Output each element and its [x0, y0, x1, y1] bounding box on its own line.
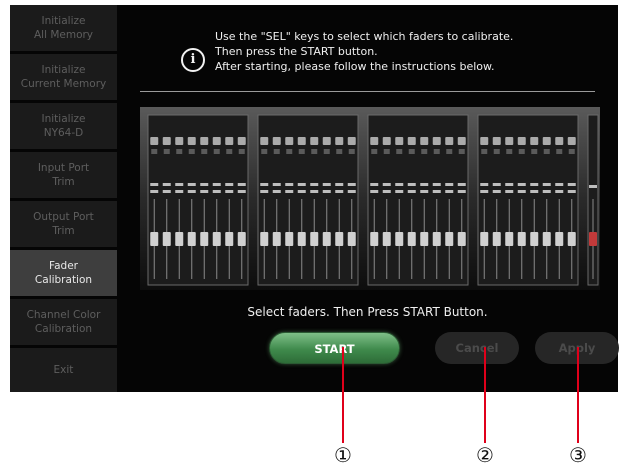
callout-line-3 — [577, 347, 579, 443]
device-screen: Initialize All Memory Initialize Current… — [10, 5, 619, 392]
instruction-line: After starting, please follow the instru… — [215, 60, 495, 73]
sidebar-item-channel-color-calibration[interactable]: Channel Color Calibration — [10, 299, 117, 345]
sidebar-item-initialize-current-memory[interactable]: Initialize Current Memory — [10, 54, 117, 100]
callout-line-1 — [342, 347, 344, 443]
callout-line-2 — [484, 347, 486, 443]
info-icon: i — [181, 48, 205, 72]
instructions-text: Use the "SEL" keys to select which fader… — [215, 29, 513, 74]
sidebar-item-output-port-trim[interactable]: Output Port Trim — [10, 201, 117, 247]
cancel-button[interactable]: Cancel — [435, 332, 519, 364]
callout-number-2: ② — [476, 443, 494, 467]
sidebar-item-fader-calibration[interactable]: Fader Calibration — [10, 250, 117, 296]
start-button[interactable]: START — [269, 332, 400, 364]
sidebar-item-initialize-ny64d[interactable]: Initialize NY64-D — [10, 103, 117, 149]
sidebar-item-initialize-all-memory[interactable]: Initialize All Memory — [10, 5, 117, 51]
divider — [140, 91, 595, 92]
sidebar-item-input-port-trim[interactable]: Input Port Trim — [10, 152, 117, 198]
sidebar: Initialize All Memory Initialize Current… — [10, 5, 117, 392]
callout-number-3: ③ — [569, 443, 587, 467]
sidebar-item-exit[interactable]: Exit — [10, 348, 117, 392]
instruction-line: Use the "SEL" keys to select which fader… — [215, 30, 514, 43]
main-panel: i Use the "SEL" keys to select which fad… — [117, 5, 619, 392]
instruction-line: Then press the START button. — [215, 45, 378, 58]
status-text: Select faders. Then Press START Button. — [247, 305, 488, 319]
callout-number-1: ① — [334, 443, 352, 467]
fader-bank-image — [140, 107, 600, 290]
